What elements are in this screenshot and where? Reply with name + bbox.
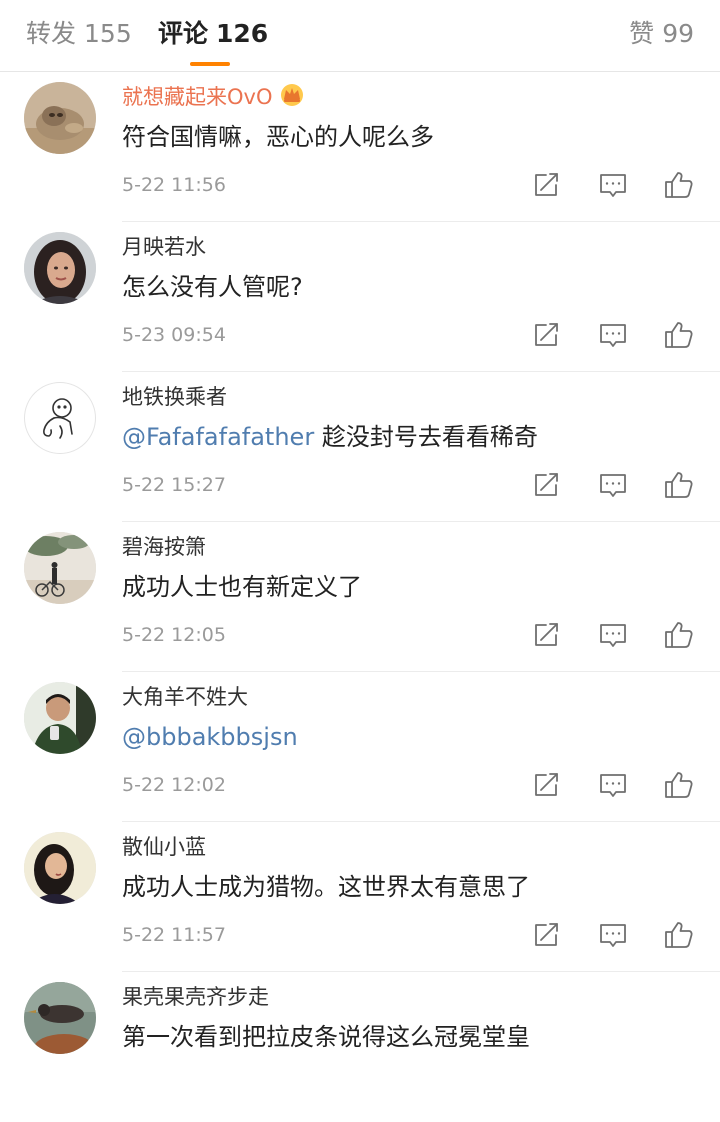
mention-link[interactable]: @Fafafafafather: [122, 423, 314, 451]
like-icon[interactable]: [662, 468, 696, 502]
comment-text: 成功人士也有新定义了: [122, 573, 362, 601]
comment-text: 成功人士成为猎物。这世界太有意思了: [122, 873, 530, 901]
comment-text: @bbbakbbsjsn: [122, 720, 298, 754]
repost-icon[interactable]: [530, 618, 564, 652]
comment-list: 就想藏起来OvO 符合国情嘛，恶心的人呢么多 5-22 11:56 月映若水 怎…: [0, 72, 720, 1122]
comment-username[interactable]: 果壳果壳齐步走: [122, 982, 269, 1012]
comment-username[interactable]: 碧海按箫: [122, 532, 206, 562]
comment-item: 大角羊不姓大 @bbbakbbsjsn 5-22 12:02: [0, 672, 720, 822]
repost-icon[interactable]: [530, 168, 564, 202]
tab-repost[interactable]: 转发 155: [26, 16, 132, 52]
repost-icon[interactable]: [530, 918, 564, 952]
repost-icon[interactable]: [530, 768, 564, 802]
comment-text: 符合国情嘛，恶心的人呢么多: [122, 123, 434, 151]
active-tab-indicator: [190, 62, 230, 66]
mention-link[interactable]: @bbbakbbsjsn: [122, 723, 298, 751]
comment-icon[interactable]: [596, 918, 630, 952]
avatar[interactable]: [24, 982, 96, 1054]
tab-repost-label: 转发: [26, 19, 77, 48]
comment-text: 第一次看到把拉皮条说得这么冠冕堂皇: [122, 1023, 530, 1051]
comment-time: 5-22 11:56: [122, 174, 226, 196]
comment-icon[interactable]: [596, 618, 630, 652]
comment-item: 就想藏起来OvO 符合国情嘛，恶心的人呢么多 5-22 11:56: [0, 72, 720, 222]
comment-text: @Fafafafafather 趁没封号去看看稀奇: [122, 420, 538, 454]
like-icon[interactable]: [662, 918, 696, 952]
comment-item: 碧海按箫 成功人士也有新定义了 5-22 12:05: [0, 522, 720, 672]
tab-likes-count: 99: [662, 19, 694, 48]
like-icon[interactable]: [662, 618, 696, 652]
comment-item: 地铁换乘者 @Fafafafafather 趁没封号去看看稀奇 5-22 15:…: [0, 372, 720, 522]
comment-time: 5-23 09:54: [122, 324, 226, 346]
comment-item: 散仙小蓝 成功人士成为猎物。这世界太有意思了 5-22 11:57: [0, 822, 720, 972]
comment-icon[interactable]: [596, 168, 630, 202]
comment-text-body: 趁没封号去看看稀奇: [314, 423, 538, 451]
comment-icon[interactable]: [596, 318, 630, 352]
comment-time: 5-22 11:57: [122, 924, 226, 946]
comment-tabs: 转发 155 评论 126 赞 99: [0, 0, 720, 72]
tab-comments[interactable]: 评论 126: [158, 16, 268, 52]
comment-time: 5-22 12:05: [122, 624, 226, 646]
repost-icon[interactable]: [530, 318, 564, 352]
like-icon[interactable]: [662, 768, 696, 802]
tab-repost-count: 155: [84, 19, 132, 48]
username-text: 就想藏起来OvO: [122, 85, 273, 109]
comment-text: 怎么没有人管呢?: [122, 273, 303, 301]
avatar[interactable]: [24, 832, 96, 904]
repost-icon[interactable]: [530, 468, 564, 502]
avatar[interactable]: [24, 382, 96, 454]
avatar[interactable]: [24, 232, 96, 304]
comment-icon[interactable]: [596, 468, 630, 502]
avatar[interactable]: [24, 82, 96, 154]
comment-username[interactable]: 地铁换乘者: [122, 382, 227, 412]
comment-item: 果壳果壳齐步走 第一次看到把拉皮条说得这么冠冕堂皇: [0, 972, 720, 1122]
comment-username[interactable]: 就想藏起来OvO: [122, 82, 305, 115]
avatar[interactable]: [24, 532, 96, 604]
tab-likes[interactable]: 赞 99: [629, 16, 694, 52]
like-icon[interactable]: [662, 318, 696, 352]
comment-username[interactable]: 月映若水: [122, 232, 206, 262]
crown-icon: [279, 83, 305, 115]
comment-time: 5-22 12:02: [122, 774, 226, 796]
comment-username[interactable]: 散仙小蓝: [122, 832, 206, 862]
comment-icon[interactable]: [596, 768, 630, 802]
tab-likes-label: 赞: [629, 19, 655, 48]
comment-username[interactable]: 大角羊不姓大: [122, 682, 248, 712]
comment-item: 月映若水 怎么没有人管呢? 5-23 09:54: [0, 222, 720, 372]
tab-comments-count: 126: [216, 19, 269, 48]
avatar[interactable]: [24, 682, 96, 754]
tab-comments-label: 评论: [158, 19, 209, 48]
comment-time: 5-22 15:27: [122, 474, 226, 496]
like-icon[interactable]: [662, 168, 696, 202]
